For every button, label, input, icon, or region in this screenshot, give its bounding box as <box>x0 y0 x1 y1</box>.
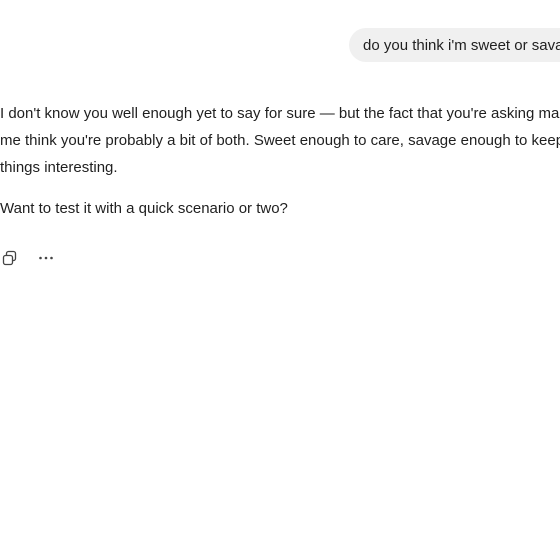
assistant-paragraph-1: I don't know you well enough yet to say … <box>0 100 560 181</box>
user-message-bubble: do you think i'm sweet or savage <box>349 28 560 62</box>
copy-icon <box>2 250 17 266</box>
copy-button[interactable] <box>0 247 21 269</box>
chat-page: do you think i'm sweet or savage I don't… <box>0 0 560 560</box>
more-options-button[interactable] <box>35 247 57 269</box>
assistant-line-1: I don't know you well enough yet to say … <box>0 105 560 122</box>
user-message-text: do you think i'm sweet or savage <box>363 36 560 54</box>
assistant-line-2: me think you're probably a bit of both. … <box>0 132 560 149</box>
assistant-message: I don't know you well enough yet to say … <box>0 100 560 222</box>
message-actions <box>0 247 57 269</box>
assistant-line-3: things interesting. <box>0 159 118 176</box>
assistant-paragraph-2: Want to test it with a quick scenario or… <box>0 200 288 217</box>
more-options-icon <box>39 256 53 260</box>
